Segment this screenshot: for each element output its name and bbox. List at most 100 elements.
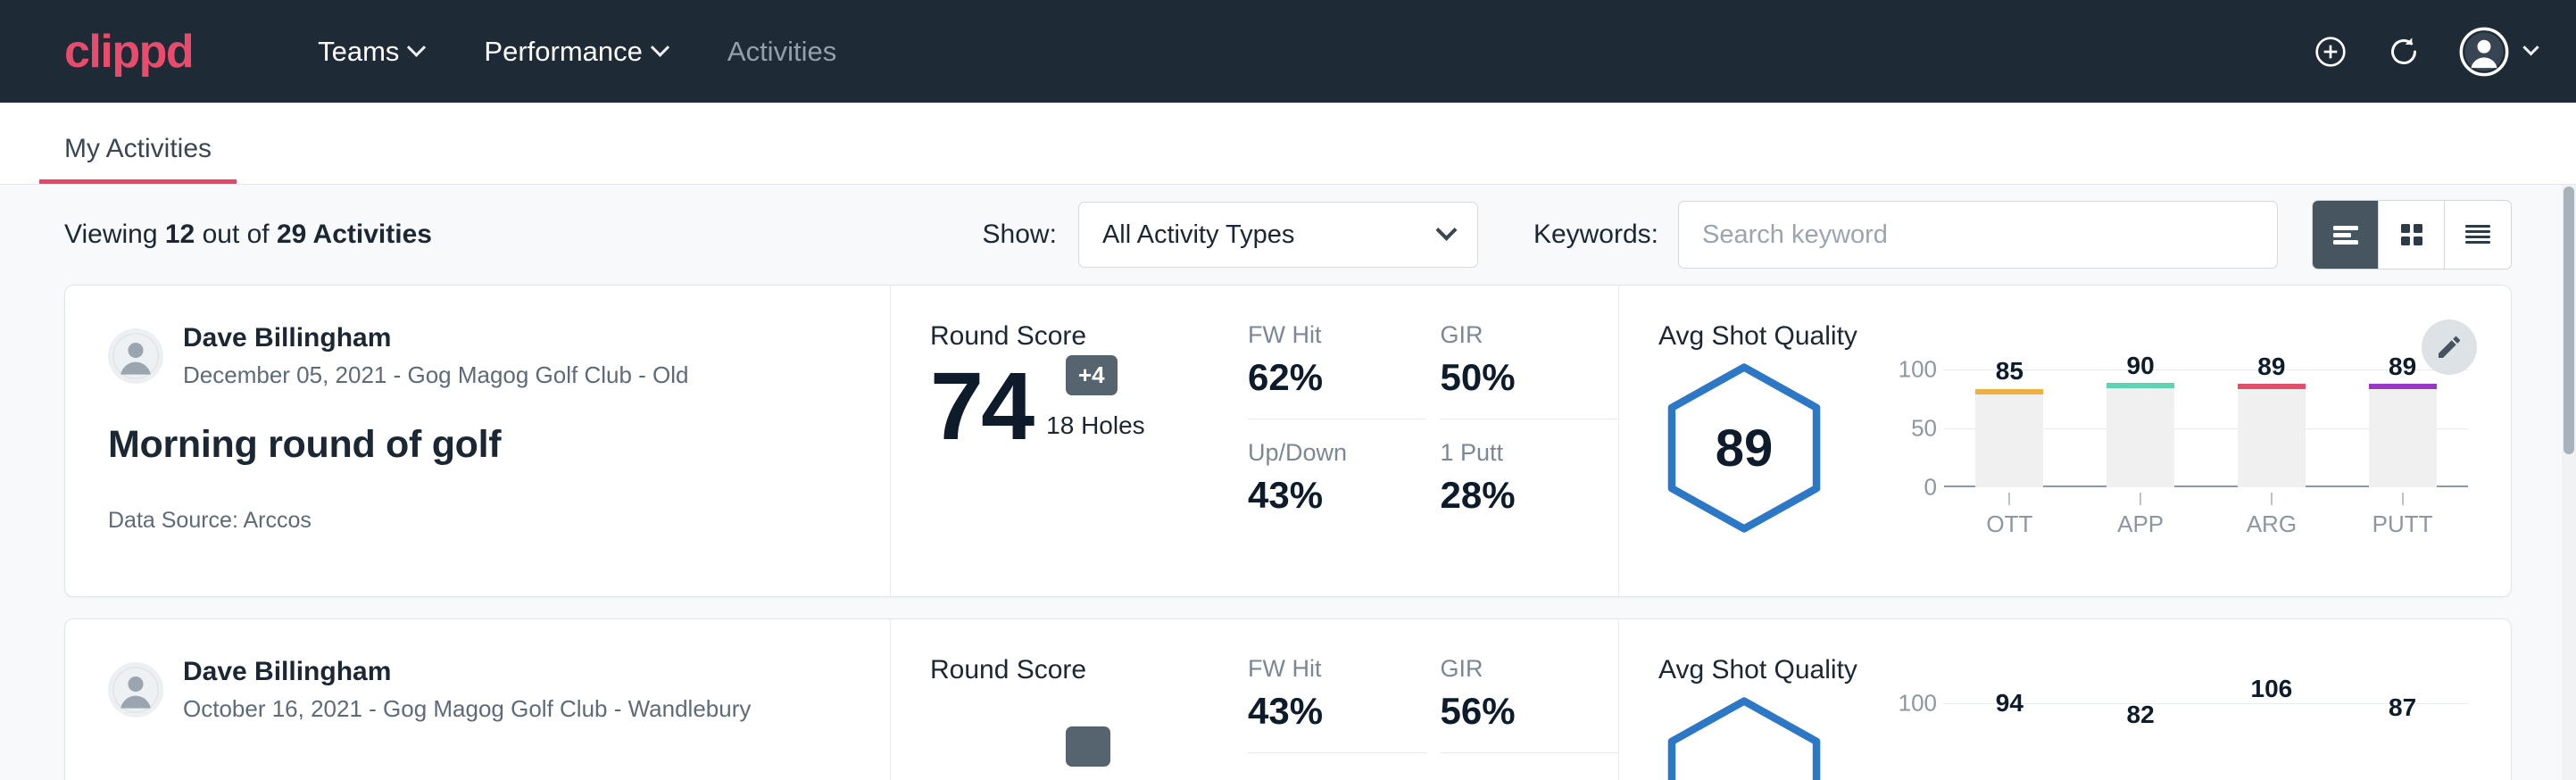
avg-shot-quality-label: Avg Shot Quality: [1658, 655, 2468, 685]
activity-card[interactable]: Dave Billingham December 05, 2021 - Gog …: [64, 285, 2512, 597]
bar-value: 90: [2107, 352, 2174, 380]
show-filter-group: Show: All Activity Types: [983, 202, 1478, 268]
nav-item-performance-label: Performance: [484, 36, 642, 68]
refresh-icon[interactable]: [2386, 34, 2422, 70]
x-tick-app: APP: [2107, 493, 2174, 538]
stat-value: 62%: [1248, 356, 1426, 419]
activity-author: Dave Billingham December 05, 2021 - Gog …: [108, 321, 854, 391]
avg-shot-quality-panel: Avg Shot Quality 100: [1618, 619, 2511, 780]
stat-one-putt: 1 Putt 28%: [1441, 419, 1619, 536]
activity-meta: December 05, 2021 - Gog Magog Golf Club …: [183, 359, 689, 391]
account-avatar[interactable]: [2459, 27, 2537, 77]
stat-up-down: Up/Down 43%: [1248, 419, 1426, 536]
y-tick: 50: [1911, 415, 1937, 443]
bar-value: 106: [2238, 675, 2306, 703]
chart-bars: 85 90 89: [1944, 369, 2468, 487]
y-tick: 0: [1924, 474, 1937, 502]
filter-toolbar: Viewing 12 out of 29 Activities Show: Al…: [39, 185, 2537, 285]
activity-author-name: Dave Billingham: [183, 321, 689, 355]
grid-view-icon: [2397, 220, 2426, 249]
avg-shot-quality-hexagon: 89: [1658, 361, 1830, 535]
stat-label: FW Hit: [1248, 655, 1426, 683]
x-tick-arg: ARG: [2238, 493, 2306, 538]
stat-gir: GIR 50%: [1441, 321, 1619, 419]
activity-summary: Dave Billingham October 16, 2021 - Gog M…: [65, 619, 891, 780]
list-view-button[interactable]: [2313, 201, 2379, 269]
activity-type-select[interactable]: All Activity Types: [1078, 202, 1478, 268]
activity-card[interactable]: Dave Billingham October 16, 2021 - Gog M…: [64, 618, 2512, 780]
activity-title: Morning round of golf: [108, 423, 854, 467]
app-logo[interactable]: clippd: [64, 29, 193, 75]
nav-item-activities-label: Activities: [727, 36, 836, 68]
viewing-count: 12: [165, 220, 195, 249]
search-input[interactable]: Search keyword: [1678, 201, 2278, 269]
bar-app: 90: [2107, 369, 2174, 487]
chart-bars: 94 82 106 87: [1944, 703, 2468, 780]
bar-value: 87: [2369, 693, 2437, 722]
activity-summary: Dave Billingham December 05, 2021 - Gog …: [65, 286, 891, 596]
bar-ott: 85: [1975, 369, 2043, 487]
avg-shot-quality-score: [1658, 694, 1830, 780]
nav-item-activities[interactable]: Activities: [697, 36, 867, 68]
compact-view-icon: [2462, 221, 2494, 248]
round-score-label: Round Score: [930, 321, 1248, 352]
x-tick-ott: OTT: [1975, 493, 2043, 538]
pencil-icon: [2435, 333, 2464, 361]
bar-value: 94: [1975, 689, 2043, 718]
stat-gir: GIR 56%: [1441, 655, 1619, 753]
stat-value: 43%: [1248, 690, 1426, 753]
nav-item-teams[interactable]: Teams: [287, 36, 453, 68]
edit-activity-button[interactable]: [2422, 319, 2477, 375]
activity-author: Dave Billingham October 16, 2021 - Gog M…: [108, 655, 854, 725]
y-tick: 100: [1899, 690, 1937, 718]
stat-label: Up/Down: [1248, 439, 1426, 467]
avg-shot-quality-hexagon: [1658, 694, 1830, 780]
round-score-label: Round Score: [930, 655, 1248, 685]
bar-arg: 89: [2238, 369, 2306, 487]
chart-x-axis: OTT APP ARG PUTT: [1944, 493, 2468, 538]
avg-shot-quality-label: Avg Shot Quality: [1658, 321, 2468, 352]
bar-value: 82: [2107, 701, 2174, 729]
grid-view-button[interactable]: [2379, 201, 2445, 269]
viewing-total: 29 Activities: [277, 220, 432, 249]
round-score-panel: Round Score 74 +4 18 Holes: [891, 286, 1248, 596]
list-view-icon: [2330, 222, 2362, 247]
page-scrollbar[interactable]: [2562, 185, 2576, 780]
scrollbar-thumb[interactable]: [2564, 187, 2574, 454]
shot-quality-bar-chart: 100 94 82: [1882, 694, 2468, 780]
viewing-middle: out of: [195, 220, 277, 249]
compact-view-button[interactable]: [2445, 201, 2511, 269]
primary-nav: Teams Performance Activities: [287, 36, 867, 68]
nav-item-teams-label: Teams: [318, 36, 399, 68]
keywords-label: Keywords:: [1533, 220, 1658, 250]
tab-my-activities[interactable]: My Activities: [39, 134, 237, 184]
round-score-value: 74: [930, 361, 1032, 452]
activity-type-select-value: All Activity Types: [1102, 220, 1294, 250]
round-stats-grid: FW Hit 62% GIR 50% Up/Down 43% 1 Putt 28…: [1248, 286, 1618, 596]
activity-author-name: Dave Billingham: [183, 655, 751, 689]
bar-value: 85: [1975, 357, 2043, 386]
add-icon[interactable]: [2313, 34, 2348, 70]
round-score-panel: Round Score: [891, 619, 1248, 780]
top-navigation-bar: clippd Teams Performance Activities: [0, 0, 2576, 103]
avatar: [108, 328, 163, 384]
stat-fw-hit: FW Hit 62%: [1248, 321, 1426, 419]
tab-bar: My Activities: [0, 103, 2576, 185]
chart-y-axis: 100: [1882, 703, 1944, 780]
chevron-down-icon: [407, 38, 426, 57]
nav-item-performance[interactable]: Performance: [453, 36, 696, 68]
score-differential-badge: +4: [1066, 355, 1118, 395]
shot-quality-bar-chart: 100 50 0 85: [1882, 361, 2468, 538]
activity-meta: October 16, 2021 - Gog Magog Golf Club -…: [183, 693, 751, 725]
bar-ott: 94: [1975, 703, 2043, 780]
bar-value: 89: [2238, 353, 2306, 381]
bar-app: 82: [2107, 703, 2174, 780]
stat-label: GIR: [1441, 321, 1619, 349]
avatar: [108, 662, 163, 718]
x-tick-putt: PUTT: [2369, 493, 2437, 538]
tab-my-activities-label: My Activities: [64, 134, 212, 163]
bar-putt: 89: [2369, 369, 2437, 487]
viewing-count-text: Viewing 12 out of 29 Activities: [64, 220, 432, 250]
y-tick: 100: [1899, 356, 1937, 384]
search-input-placeholder: Search keyword: [1702, 220, 1888, 250]
